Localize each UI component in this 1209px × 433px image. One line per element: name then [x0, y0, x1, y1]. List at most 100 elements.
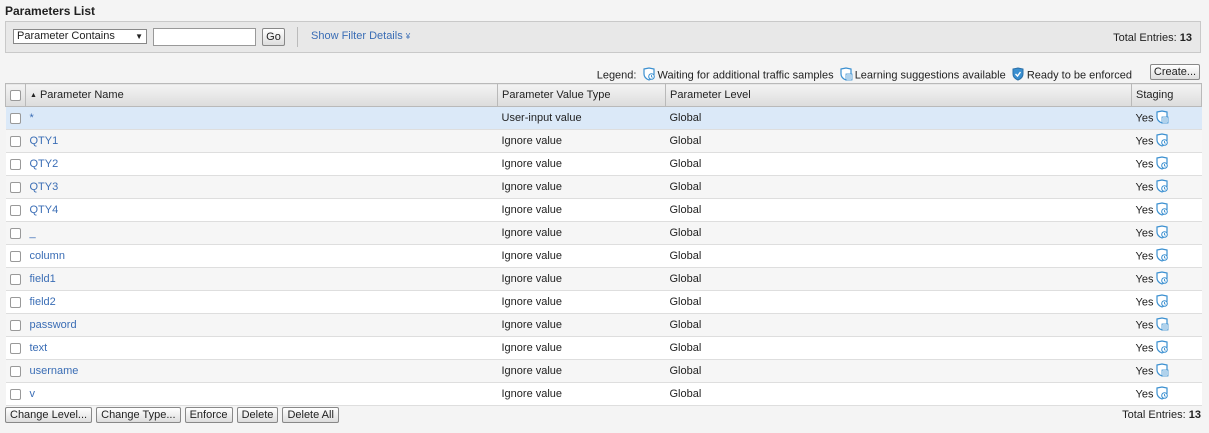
row-checkbox-cell[interactable]: [5, 106, 26, 130]
level-cell: Global: [665, 221, 1132, 245]
parameter-name-link[interactable]: field1: [30, 273, 56, 285]
table-row[interactable]: column Ignore value Global Yes: [5, 244, 1202, 268]
learning-icon[interactable]: [1155, 362, 1169, 380]
row-checkbox[interactable]: [9, 296, 21, 308]
delete-button[interactable]: Delete: [236, 407, 279, 423]
row-checkbox-cell[interactable]: [5, 152, 26, 176]
table-row[interactable]: * User-input value Global Yes: [5, 106, 1202, 130]
parameter-name-link[interactable]: column: [30, 250, 65, 262]
dropdown-arrow-icon: ▼: [135, 32, 143, 41]
waiting-icon[interactable]: [1155, 201, 1169, 219]
level-cell: Global: [665, 313, 1132, 337]
staging-text: Yes: [1135, 341, 1154, 354]
parameter-name-link[interactable]: field2: [30, 296, 56, 308]
row-checkbox-cell[interactable]: [5, 290, 26, 314]
waiting-icon[interactable]: [1155, 247, 1169, 265]
parameter-name-cell: *: [25, 106, 498, 130]
parameter-name-cell: QTY3: [25, 175, 498, 199]
row-checkbox-cell[interactable]: [5, 129, 26, 153]
row-checkbox[interactable]: [9, 112, 21, 124]
row-checkbox-cell[interactable]: [5, 267, 26, 291]
table-row[interactable]: QTY2 Ignore value Global Yes: [5, 152, 1202, 176]
learning-icon[interactable]: [1155, 316, 1169, 334]
table-row[interactable]: QTY1 Ignore value Global Yes: [5, 129, 1202, 153]
row-checkbox[interactable]: [9, 227, 21, 239]
waiting-icon[interactable]: [1155, 270, 1169, 288]
row-checkbox[interactable]: [9, 204, 21, 216]
filter-text-input[interactable]: [153, 28, 256, 46]
show-filter-details-link[interactable]: Show Filter Details ¥: [311, 30, 410, 42]
row-checkbox-cell[interactable]: [5, 221, 26, 245]
parameter-name-link[interactable]: _: [30, 227, 36, 239]
level-text: Global: [669, 158, 702, 170]
row-checkbox-cell[interactable]: [5, 382, 26, 406]
enforce-button[interactable]: Enforce: [184, 407, 233, 423]
delete-all-button[interactable]: Delete All: [282, 407, 339, 423]
waiting-icon[interactable]: [1155, 178, 1169, 196]
waiting-icon[interactable]: [1155, 224, 1169, 242]
value-type-cell: Ignore value: [497, 175, 666, 199]
row-checkbox[interactable]: [9, 181, 21, 193]
total-entries-label: Total Entries:: [1113, 32, 1177, 44]
table-row[interactable]: field2 Ignore value Global Yes: [5, 290, 1202, 314]
row-checkbox[interactable]: [9, 365, 21, 377]
column-header-value-type[interactable]: Parameter Value Type: [497, 83, 666, 107]
row-checkbox[interactable]: [9, 388, 21, 400]
staging-cell: Yes: [1131, 244, 1202, 268]
table-row[interactable]: username Ignore value Global Yes: [5, 359, 1202, 383]
parameter-name-link[interactable]: QTY4: [30, 204, 59, 216]
level-text: Global: [669, 204, 702, 216]
row-checkbox-cell[interactable]: [5, 175, 26, 199]
table-row[interactable]: password Ignore value Global Yes: [5, 313, 1202, 337]
row-checkbox[interactable]: [9, 135, 21, 147]
waiting-icon[interactable]: [1155, 155, 1169, 173]
value-type-cell: Ignore value: [497, 152, 666, 176]
row-checkbox-cell[interactable]: [5, 359, 26, 383]
row-checkbox-cell[interactable]: [5, 244, 26, 268]
column-header-level[interactable]: Parameter Level: [665, 83, 1132, 107]
row-checkbox-cell[interactable]: [5, 198, 26, 222]
column-header-label: Staging: [1136, 89, 1174, 101]
parameter-name-link[interactable]: text: [30, 342, 48, 354]
column-header-staging[interactable]: Staging: [1131, 83, 1202, 107]
column-header-label: Parameter Name: [39, 89, 124, 101]
change-level-button[interactable]: Change Level...: [5, 407, 93, 423]
staging-text: Yes: [1135, 157, 1154, 170]
select-all-checkbox[interactable]: [10, 89, 21, 101]
staging-cell: Yes: [1131, 129, 1202, 153]
parameter-name-link[interactable]: *: [30, 112, 34, 124]
level-cell: Global: [665, 336, 1132, 360]
row-checkbox[interactable]: [9, 319, 21, 331]
table-row[interactable]: text Ignore value Global Yes: [5, 336, 1202, 360]
parameter-name-link[interactable]: QTY2: [30, 158, 59, 170]
row-checkbox[interactable]: [9, 158, 21, 170]
row-checkbox-cell[interactable]: [5, 336, 26, 360]
waiting-icon[interactable]: [1155, 385, 1169, 403]
learning-icon[interactable]: [1155, 109, 1169, 127]
table-row[interactable]: QTY3 Ignore value Global Yes: [5, 175, 1202, 199]
value-type-text: User-input value: [501, 112, 582, 124]
table-row[interactable]: v Ignore value Global Yes: [5, 382, 1202, 406]
parameter-name-link[interactable]: v: [30, 388, 36, 400]
row-checkbox[interactable]: [9, 250, 21, 262]
filter-type-select[interactable]: Parameter Contains ▼: [13, 29, 147, 44]
parameter-name-link[interactable]: username: [30, 365, 79, 377]
table-row[interactable]: QTY4 Ignore value Global Yes: [5, 198, 1202, 222]
value-type-cell: Ignore value: [497, 244, 666, 268]
waiting-icon[interactable]: [1155, 132, 1169, 150]
waiting-icon[interactable]: [1155, 293, 1169, 311]
parameter-name-link[interactable]: password: [30, 319, 77, 331]
table-row[interactable]: _ Ignore value Global Yes: [5, 221, 1202, 245]
column-header-name[interactable]: ▲ Parameter Name: [25, 83, 498, 107]
row-checkbox[interactable]: [9, 342, 21, 354]
create-button[interactable]: Create...: [1150, 64, 1200, 80]
parameter-name-link[interactable]: QTY1: [30, 135, 59, 147]
go-button[interactable]: Go: [262, 28, 285, 46]
change-type-button[interactable]: Change Type...: [96, 407, 181, 423]
parameter-name-link[interactable]: QTY3: [30, 181, 59, 193]
row-checkbox-cell[interactable]: [5, 313, 26, 337]
table-row[interactable]: field1 Ignore value Global Yes: [5, 267, 1202, 291]
row-checkbox[interactable]: [9, 273, 21, 285]
select-all-header[interactable]: [5, 83, 26, 107]
waiting-icon[interactable]: [1155, 339, 1169, 357]
